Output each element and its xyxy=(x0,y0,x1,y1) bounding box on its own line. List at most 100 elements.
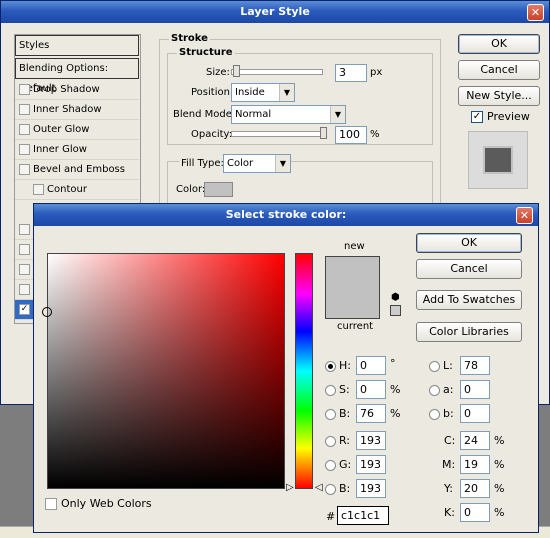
only-web-colors-checkbox[interactable] xyxy=(45,498,57,510)
brightness-field[interactable]: 76 xyxy=(356,404,386,423)
layer-style-titlebar[interactable]: Layer Style ✕ xyxy=(1,1,549,23)
cancel-button[interactable]: Cancel xyxy=(458,60,540,80)
a-channel-radio[interactable] xyxy=(429,385,440,396)
hue-field[interactable]: 0 xyxy=(356,356,386,375)
size-label: Size: xyxy=(206,67,230,78)
stroke-checkbox[interactable]: ✓ xyxy=(19,304,30,315)
chevron-down-icon[interactable]: ▼ xyxy=(275,155,290,172)
style-item-inner-shadow[interactable]: Inner Shadow xyxy=(15,100,139,120)
hue-label: H: xyxy=(339,359,351,372)
color-picker-titlebar[interactable]: Select stroke color: ✕ xyxy=(34,204,538,226)
color-ok-button[interactable]: OK xyxy=(416,233,522,253)
hue-unit: ° xyxy=(390,357,396,370)
lightness-field[interactable]: 78 xyxy=(460,356,490,375)
lightness-label: L: xyxy=(443,359,453,372)
styles-header[interactable]: Styles xyxy=(15,35,139,56)
only-web-colors-label: Only Web Colors xyxy=(61,497,152,510)
fill-type-select[interactable]: Color ▼ xyxy=(223,154,291,173)
red-field[interactable]: 193 xyxy=(356,431,386,450)
magenta-unit: % xyxy=(494,458,505,471)
blend-mode-label: Blend Mode: xyxy=(173,109,236,120)
current-color-swatch[interactable] xyxy=(325,287,380,319)
stroke-color-swatch[interactable] xyxy=(204,182,233,197)
style-item-contour[interactable]: Contour xyxy=(15,180,139,200)
brightness-label: B: xyxy=(339,407,351,420)
opacity-input[interactable]: 100 xyxy=(335,126,367,144)
size-slider-thumb[interactable] xyxy=(233,65,240,77)
inner-glow-checkbox[interactable] xyxy=(19,144,30,155)
style-item-outer-glow[interactable]: Outer Glow xyxy=(15,120,139,140)
a-channel-field[interactable]: 0 xyxy=(460,380,490,399)
position-select[interactable]: Inside ▼ xyxy=(231,83,295,102)
new-color-swatch xyxy=(325,256,380,287)
opacity-slider-thumb[interactable] xyxy=(320,127,327,139)
inner-shadow-checkbox[interactable] xyxy=(19,104,30,115)
hue-radio[interactable] xyxy=(325,361,336,372)
blue-field[interactable]: 193 xyxy=(356,479,386,498)
yellow-field[interactable]: 20 xyxy=(460,479,490,498)
style-item-drop-shadow[interactable]: Drop Shadow xyxy=(15,80,139,100)
magenta-field[interactable]: 19 xyxy=(460,455,490,474)
color-field-marker[interactable] xyxy=(42,307,52,317)
blending-options-item[interactable]: Blending Options: Default xyxy=(15,58,139,94)
opacity-unit: % xyxy=(370,129,380,140)
close-icon[interactable]: ✕ xyxy=(527,4,544,21)
b-channel-radio[interactable] xyxy=(429,409,440,420)
style-item-inner-glow[interactable]: Inner Glow xyxy=(15,140,139,160)
cube-icon[interactable]: ⬢ xyxy=(391,293,400,303)
saturation-field[interactable]: 0 xyxy=(356,380,386,399)
hue-slider[interactable] xyxy=(295,253,313,489)
color-field[interactable] xyxy=(47,253,285,489)
web-safe-swatch[interactable] xyxy=(390,305,401,316)
outer-glow-checkbox[interactable] xyxy=(19,124,30,135)
color-picker-dialog: Select stroke color: ✕ ▷ ◁ new current ⬢… xyxy=(33,203,539,533)
add-to-swatches-button[interactable]: Add To Swatches xyxy=(416,290,522,310)
hue-slider-arrow-right[interactable]: ◁ xyxy=(315,483,323,493)
preview-square xyxy=(483,146,513,174)
blend-mode-select[interactable]: Normal ▼ xyxy=(231,105,346,124)
green-radio[interactable] xyxy=(325,460,336,471)
color-libraries-button[interactable]: Color Libraries xyxy=(416,322,522,342)
hue-slider-arrow-left[interactable]: ▷ xyxy=(286,483,294,493)
style-item-bevel-emboss[interactable]: Bevel and Emboss xyxy=(15,160,139,180)
opacity-slider[interactable] xyxy=(231,131,323,137)
style-checkbox[interactable] xyxy=(19,264,30,275)
size-input[interactable]: 3 xyxy=(335,64,367,82)
new-style-button[interactable]: New Style... xyxy=(458,86,540,106)
hex-label: # xyxy=(326,510,336,523)
red-label: R: xyxy=(339,434,351,447)
cyan-unit: % xyxy=(494,434,505,447)
saturation-radio[interactable] xyxy=(325,385,336,396)
bevel-emboss-checkbox[interactable] xyxy=(19,164,30,175)
brightness-radio[interactable] xyxy=(325,409,336,420)
position-label: Position: xyxy=(191,87,234,98)
style-checkbox[interactable] xyxy=(19,244,30,255)
close-icon[interactable]: ✕ xyxy=(516,207,533,224)
brightness-unit: % xyxy=(390,407,401,420)
checkmark-icon: ✓ xyxy=(472,111,482,122)
green-field[interactable]: 193 xyxy=(356,455,386,474)
preview-checkbox[interactable]: ✓ xyxy=(471,111,483,123)
size-slider[interactable] xyxy=(231,69,323,75)
lightness-radio[interactable] xyxy=(429,361,440,372)
style-checkbox[interactable] xyxy=(19,284,30,295)
color-cancel-button[interactable]: Cancel xyxy=(416,259,522,279)
ok-button[interactable]: OK xyxy=(458,34,540,54)
black-field[interactable]: 0 xyxy=(460,503,490,522)
style-checkbox[interactable] xyxy=(19,224,30,235)
layer-style-title: Layer Style xyxy=(240,5,310,18)
red-radio[interactable] xyxy=(325,436,336,447)
fill-type-label: Fill Type: xyxy=(179,158,226,169)
chevron-down-icon[interactable]: ▼ xyxy=(330,106,345,123)
blue-radio[interactable] xyxy=(325,484,336,495)
drop-shadow-checkbox[interactable] xyxy=(19,84,30,95)
b-channel-label: b: xyxy=(443,407,454,420)
size-unit: px xyxy=(370,67,383,78)
cyan-field[interactable]: 24 xyxy=(460,431,490,450)
blue-label: B: xyxy=(339,482,351,495)
chevron-down-icon[interactable]: ▼ xyxy=(279,84,294,101)
b-channel-field[interactable]: 0 xyxy=(460,404,490,423)
saturation-label: S: xyxy=(339,383,350,396)
contour-checkbox[interactable] xyxy=(33,184,44,195)
hex-field[interactable]: c1c1c1 xyxy=(337,506,389,525)
